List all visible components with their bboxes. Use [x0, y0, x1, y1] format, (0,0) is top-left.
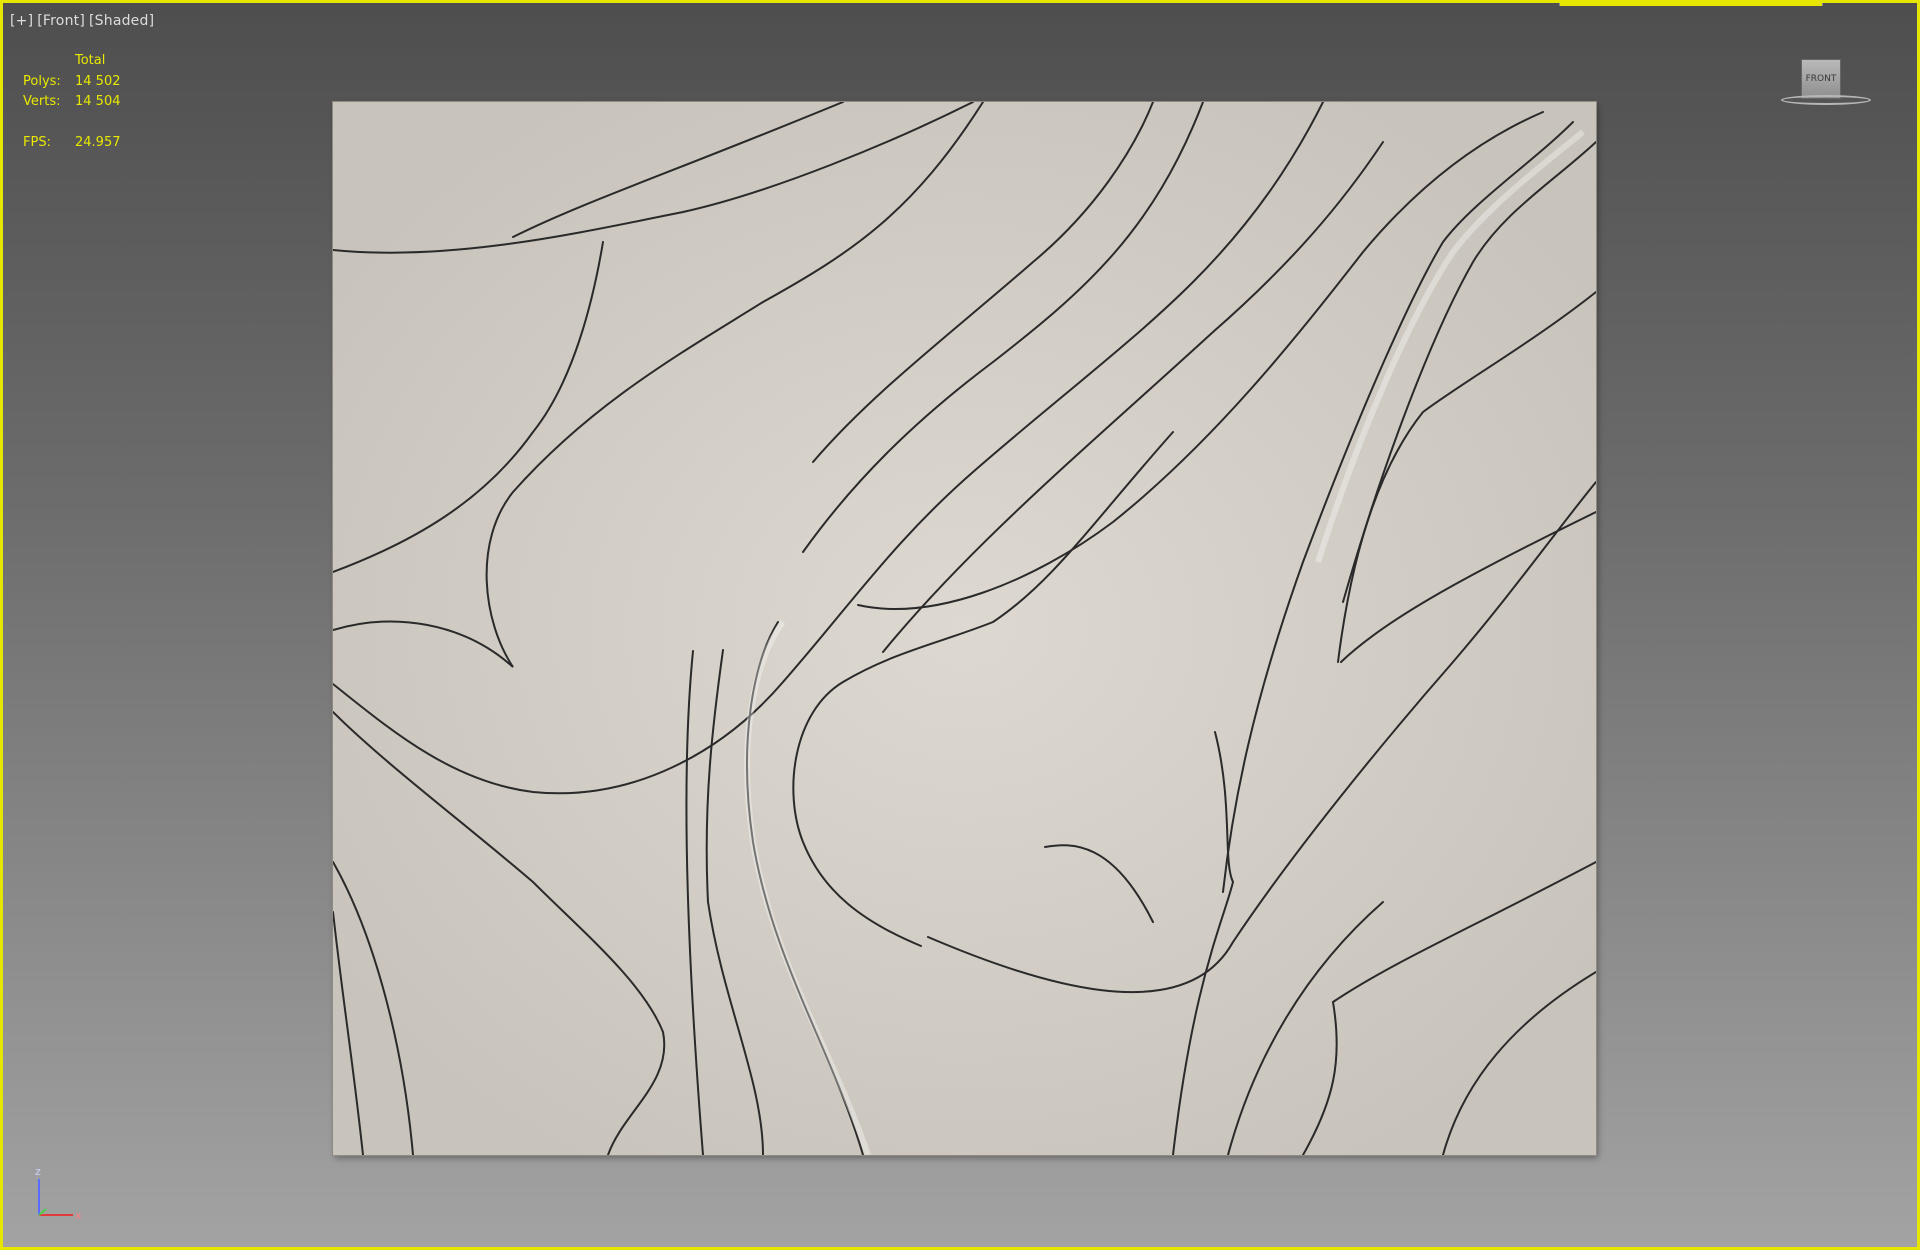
viewcube-compass-ring[interactable]: [1781, 95, 1871, 105]
viewport-shading-mode[interactable]: [Shaded]: [89, 13, 154, 29]
viewcube-front-face[interactable]: FRONT: [1801, 59, 1841, 99]
verts-label: Verts:: [23, 94, 61, 109]
viewport-front[interactable]: [+] [Front] [Shaded] Total Polys: 14 502 Ve…: [0, 0, 1920, 1250]
axis-x-label: x: [75, 1209, 82, 1222]
scene-statistics: Total Polys: 14 502 Verts: 14 504 FPS: 24.9…: [23, 51, 121, 153]
axis-z-label: z: [35, 1165, 41, 1178]
viewport-view-name[interactable]: [Front]: [37, 13, 85, 29]
viewcube[interactable]: FRONT: [1781, 57, 1871, 111]
axis-gizmo: z x: [35, 1165, 82, 1222]
verts-value: 14 504: [75, 94, 121, 109]
viewport-menu-plus[interactable]: [+]: [10, 13, 33, 29]
relief-contour-lines: [333, 102, 1596, 1155]
viewport-label[interactable]: [+] [Front] [Shaded]: [10, 13, 158, 29]
polys-label: Polys:: [23, 73, 61, 89]
relief-panel-model[interactable]: [333, 102, 1596, 1155]
stats-header: Total: [75, 53, 106, 68]
viewport-top-strip: [1559, 3, 1823, 6]
fps-value: 24.957: [75, 134, 121, 150]
polys-value: 14 502: [75, 73, 121, 89]
fps-label: FPS:: [23, 134, 51, 150]
